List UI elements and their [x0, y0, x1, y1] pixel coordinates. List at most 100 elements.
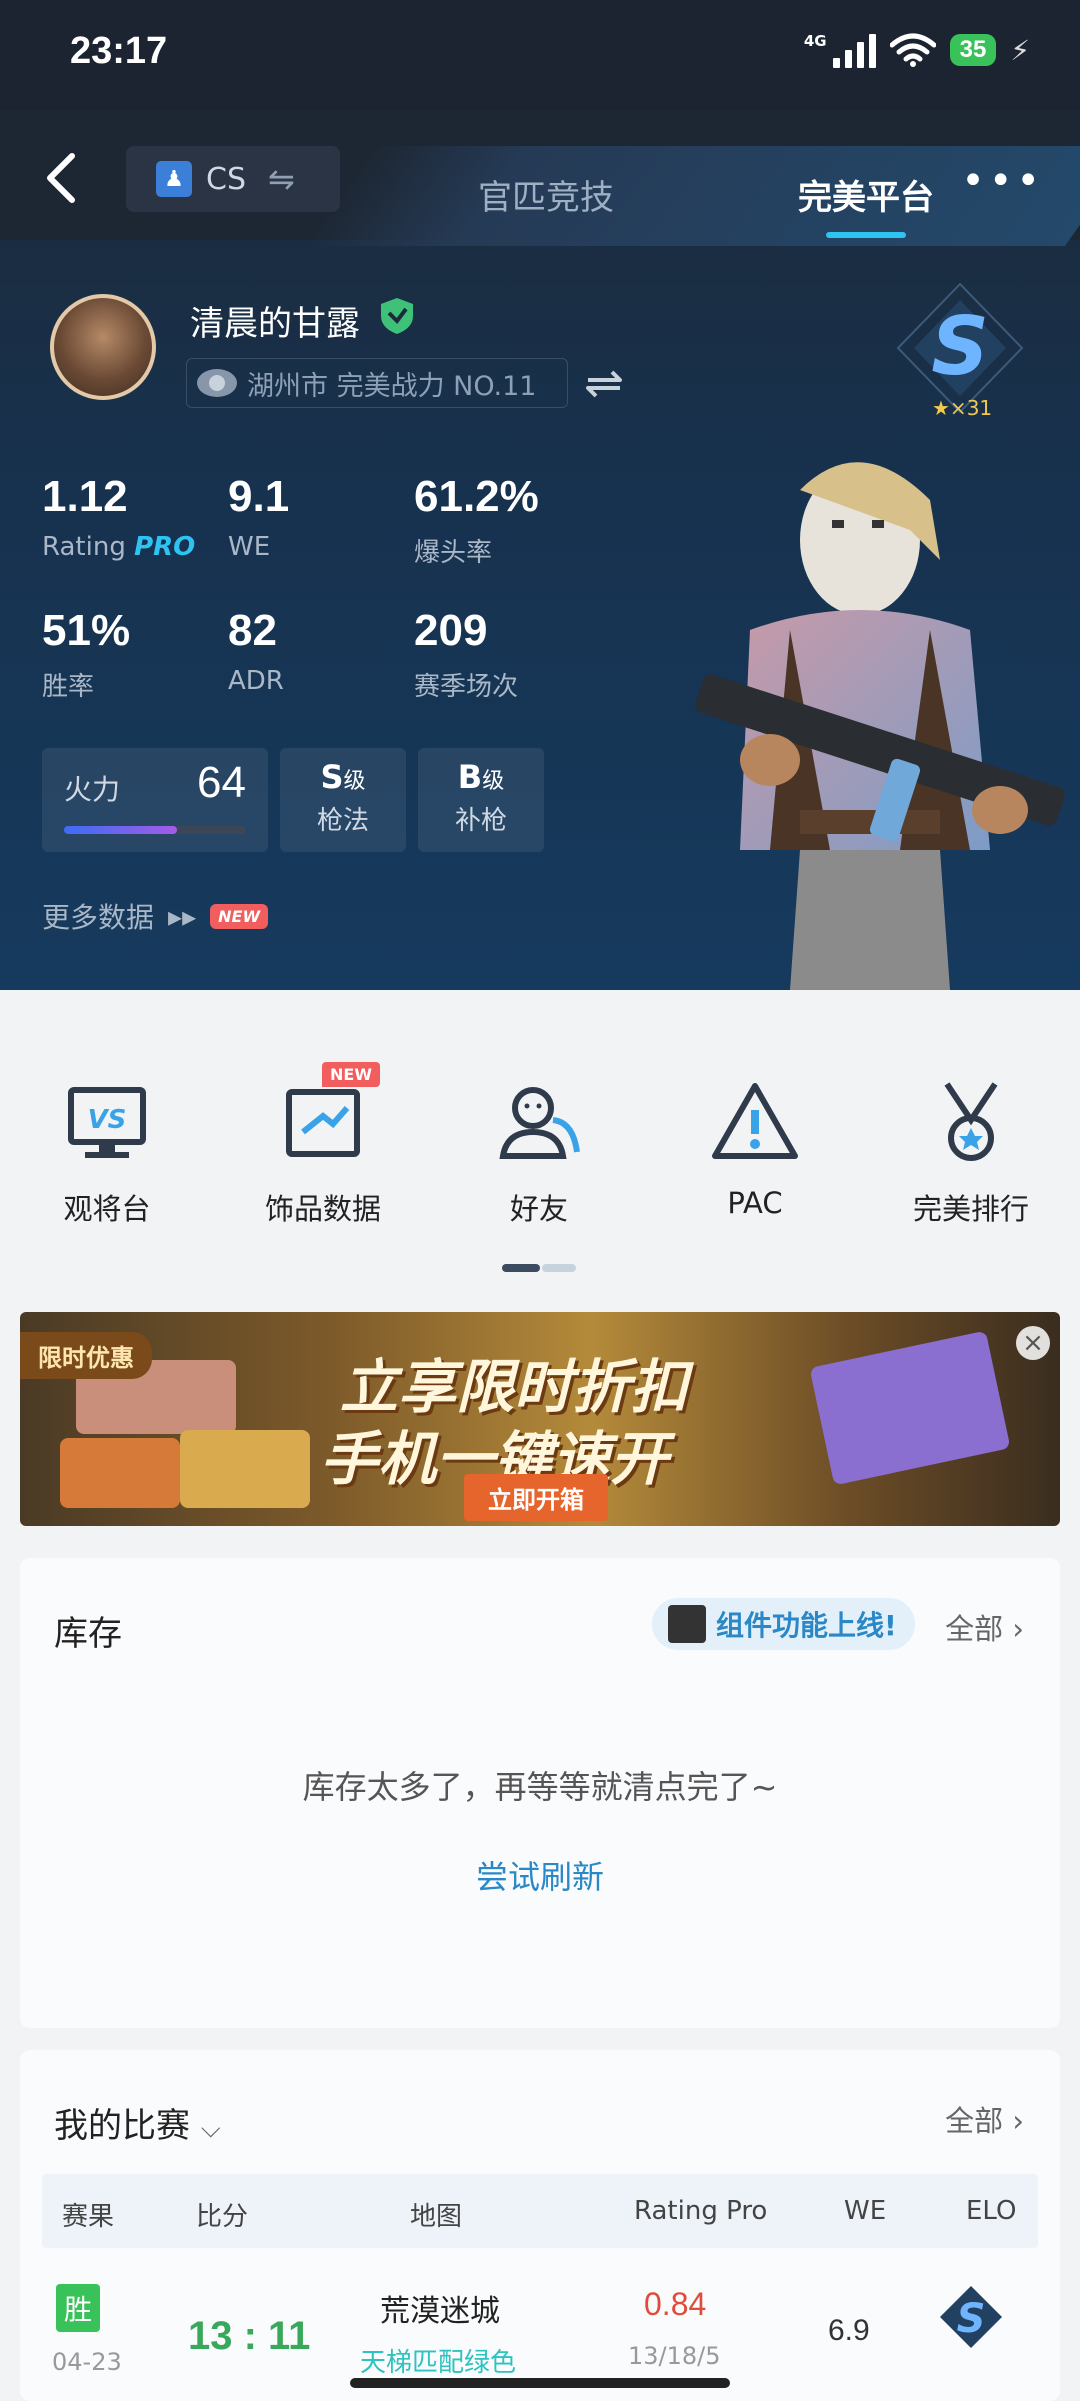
banner-tag: 限时优惠 [20, 1332, 152, 1379]
my-matches-card: 我的比赛 ⌵ 全部 › 赛果 比分 地图 Rating Pro WE ELO 胜… [20, 2050, 1060, 2401]
widget-promo-text: 组件功能上线! [716, 1609, 897, 1642]
skin-data-icon [286, 1089, 360, 1157]
player-character-image [695, 462, 1065, 990]
ranking-medal-icon [944, 1082, 998, 1161]
stat-we: 9.1 WE [228, 472, 290, 562]
stat-season-matches: 209 赛季场次 [414, 606, 519, 702]
svg-text:VS: VS [88, 1105, 127, 1135]
switch-icon: ⇋ [268, 160, 295, 198]
inventory-all-link[interactable]: 全部 › [945, 1606, 1024, 1648]
matches-table-header: 赛果 比分 地图 Rating Pro WE ELO [42, 2174, 1038, 2248]
crate-image [180, 1430, 310, 1508]
more-data-label: 更多数据 [42, 901, 155, 934]
stat-rating: 1.12 Rating PRO [42, 472, 196, 562]
more-options-icon[interactable]: ••• [961, 158, 1044, 204]
home-indicator[interactable] [350, 2378, 730, 2388]
matches-title[interactable]: 我的比赛 ⌵ [54, 2098, 221, 2147]
quick-nav: VS 观将台 饰品数据 NEW 好友 PAC 完美排行 [0, 990, 1080, 1280]
location-rank-pill[interactable]: 湖州市 完美战力 NO.11 [186, 358, 568, 408]
rank-emblem-icon [197, 369, 237, 397]
battery-level: 35 [949, 34, 997, 66]
match-kda: 13/18/5 [628, 2342, 721, 2370]
chevron-right-icon: › [1012, 1612, 1024, 1646]
status-bar: 23:17 4G 35 ⚡ [0, 0, 1080, 110]
badge-stars: ★×31 [932, 396, 993, 420]
tab-official-match[interactable]: 官匹竞技 [478, 170, 614, 219]
page-indicator [502, 1264, 576, 1272]
status-icons: 4G 35 ⚡ [804, 32, 1030, 68]
widget-promo-pill[interactable]: 组件功能上线! [652, 1598, 915, 1650]
new-tag: NEW [322, 1062, 380, 1087]
new-tag: NEW [210, 903, 269, 929]
quick-nav-label: 完美排行 [912, 1192, 1029, 1226]
retry-refresh-link[interactable]: 尝试刷新 [20, 1852, 1060, 1898]
quick-nav-label: 饰品数据 [264, 1192, 381, 1226]
more-data-link[interactable]: 更多数据 ▸▸ NEW [42, 896, 269, 936]
pac-warning-icon [712, 1083, 798, 1159]
chevron-down-icon: ⌵ [200, 2114, 221, 2144]
stat-adr: 82 ADR [228, 606, 284, 696]
game-switcher[interactable]: ♟ CS ⇋ [126, 146, 340, 212]
avatar[interactable] [50, 294, 156, 400]
wifi-icon [889, 33, 936, 67]
open-case-button[interactable]: 立即开箱 [464, 1474, 608, 1521]
grade-trade[interactable]: B级 补枪 [418, 748, 544, 852]
active-tab-indicator [826, 232, 906, 238]
quick-nav-label: 观将台 [63, 1192, 151, 1226]
quick-nav-friends[interactable]: 好友 [444, 1076, 634, 1228]
firepower-label: 火力 [64, 773, 121, 806]
crate-image [60, 1438, 180, 1508]
signal-icon [832, 32, 876, 68]
result-badge: 胜 [56, 2284, 101, 2332]
quick-nav-pac[interactable]: PAC [660, 1076, 850, 1220]
column-header: 赛果 [62, 2202, 115, 2232]
grade-aim[interactable]: S级 枪法 [280, 748, 406, 852]
game-name: CS [206, 161, 246, 197]
cs-game-icon: ♟ [156, 161, 192, 197]
match-score: 13 : 11 [188, 2314, 311, 2358]
quick-nav-skin-data[interactable]: 饰品数据 [228, 1076, 418, 1228]
match-mode: 天梯匹配绿色 [360, 2348, 517, 2378]
column-header: WE [844, 2196, 887, 2226]
tab-perfect-platform[interactable]: 完美平台 [798, 170, 934, 219]
elo-rank-icon: S [940, 2286, 1002, 2348]
map-name: 荒漠迷城 [380, 2294, 500, 2329]
match-rating: 0.84 [644, 2286, 707, 2322]
location-rank-text: 湖州市 完美战力 NO.11 [247, 370, 537, 402]
close-icon[interactable]: × [1016, 1326, 1050, 1360]
chevron-right-icon: › [1012, 2104, 1024, 2138]
username: 清晨的甘露 [190, 304, 360, 344]
crate-icon [668, 1605, 706, 1643]
quick-nav-label: PAC [727, 1186, 783, 1220]
svg-text:S: S [957, 2296, 986, 2342]
refresh-icon[interactable] [582, 364, 626, 404]
matches-all-link[interactable]: 全部 › [945, 2098, 1024, 2140]
match-we: 6.9 [828, 2314, 870, 2347]
back-arrow-icon[interactable] [36, 148, 96, 208]
column-header: 地图 [410, 2202, 463, 2232]
verified-shield-icon [381, 298, 413, 334]
stat-headshot-rate: 61.2% 爆头率 [414, 472, 539, 568]
column-header: ELO [966, 2196, 1017, 2226]
inventory-title: 库存 [54, 1614, 122, 1654]
quick-nav-spectate[interactable]: VS 观将台 [12, 1076, 202, 1228]
double-chevron-icon: ▸▸ [168, 899, 197, 933]
knife-image [809, 1330, 1011, 1486]
quick-nav-ranking[interactable]: 完美排行 [876, 1076, 1066, 1228]
status-time: 23:17 [70, 30, 168, 72]
charging-icon: ⚡ [1010, 33, 1030, 67]
firepower-box[interactable]: 火力 64 [42, 748, 268, 852]
firepower-bar-fill [64, 826, 177, 834]
firepower-value: 64 [197, 758, 246, 807]
vs-monitor-icon: VS [68, 1087, 146, 1158]
firepower-bar [64, 826, 246, 834]
quick-nav-label: 好友 [509, 1192, 568, 1226]
promo-banner[interactable]: 限时优惠 立享限时折扣 手机一键速开 立即开箱 × [20, 1312, 1060, 1526]
network-type: 4G [803, 32, 827, 50]
inventory-card: 库存 组件功能上线! 全部 › 库存太多了，再等等就清点完了~ 尝试刷新 [20, 1558, 1060, 2028]
column-header: 比分 [196, 2202, 249, 2232]
inventory-empty-text: 库存太多了，再等等就清点完了~ [302, 1768, 778, 1806]
column-header: Rating Pro [634, 2196, 768, 2226]
profile-hero: ♟ CS ⇋ 官匹竞技 完美平台 ••• 清晨的甘露 湖州市 完美战力 NO.1… [0, 110, 1080, 990]
svg-text:S: S [931, 300, 989, 393]
